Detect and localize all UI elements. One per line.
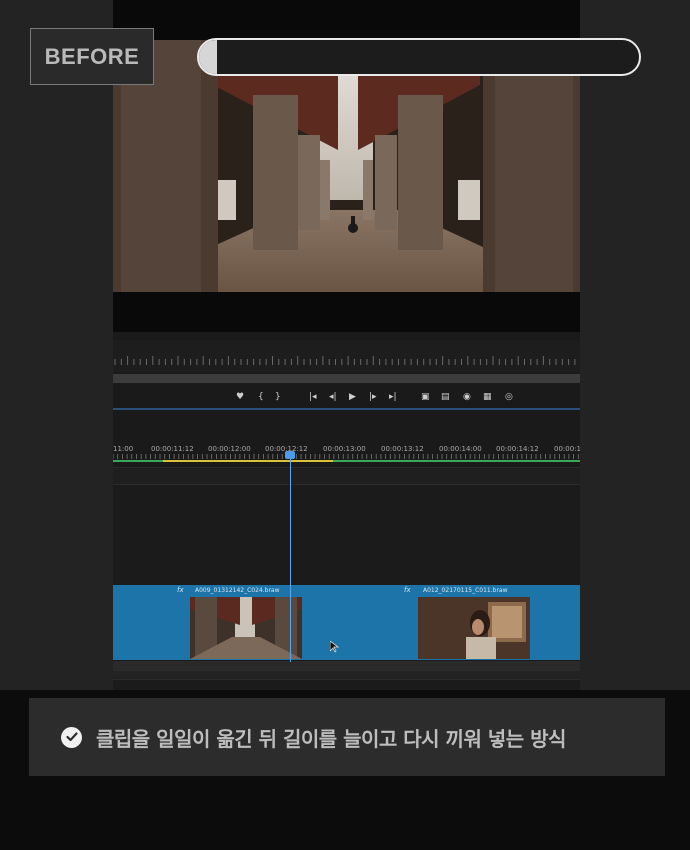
program-monitor-video — [113, 40, 580, 292]
overwrite-icon[interactable]: ▤ — [441, 392, 450, 402]
export-frame-icon[interactable]: ◉ — [463, 392, 471, 402]
checkmark-icon — [61, 726, 82, 748]
timecode-label: 00:00:11:12 — [151, 445, 194, 453]
audio-track-1[interactable] — [113, 661, 580, 670]
playhead-handle[interactable] — [285, 451, 295, 459]
render-status-bar — [333, 460, 580, 462]
transport-icons: ♥ {} |◂ ◂| ▶ |▸ ▸| ▣ ▤ ◉ ▦ ◎ — [236, 392, 513, 402]
timecode-label: 00:00:12:00 — [208, 445, 251, 453]
timecode-label: 00:00:15 — [554, 445, 580, 453]
progress-fill — [199, 40, 217, 74]
caption-text: 클립을 일일이 옮긴 뒤 길이를 늘이고 다시 끼워 넣는 방식 — [96, 726, 566, 751]
audio-track-3[interactable] — [113, 679, 580, 690]
timeline-ruler-ticks: 11:00 00:00:11:12 00:00:12:00 00:00:12:12 00… — [113, 445, 580, 462]
timecode-label: 00:00:13:12 — [381, 445, 424, 453]
go-to-out-icon[interactable]: ▸| — [389, 392, 397, 402]
compare-icon[interactable]: ▦ — [483, 392, 492, 402]
playhead-line[interactable] — [290, 452, 291, 662]
clip-2-fx-badge[interactable]: fx — [404, 586, 411, 594]
clip-1-fx-badge[interactable]: fx — [177, 586, 184, 594]
settings-icon[interactable]: ◎ — [505, 392, 513, 402]
monitor-scrub-ruler[interactable] — [113, 340, 580, 372]
timecode-label: 11:00 — [113, 445, 133, 453]
video-frame-image — [113, 40, 580, 292]
clip-1-thumbnail-image — [190, 597, 302, 659]
clip-1-thumbnail[interactable] — [190, 597, 302, 659]
timecode-label: 00:00:14:12 — [496, 445, 539, 453]
timecode-label: 00:00:14:00 — [439, 445, 482, 453]
audio-track-2[interactable] — [113, 670, 580, 679]
clip-2-thumbnail[interactable] — [418, 597, 530, 659]
editor-window: ♥ {} |◂ ◂| ▶ |▸ ▸| ▣ ▤ ◉ ▦ ◎ 11:00 00:00:11:12 00:00:… — [113, 0, 580, 690]
render-status-bar — [163, 460, 333, 462]
transport-controls: ♥ {} |◂ ◂| ▶ |▸ ▸| ▣ ▤ ◉ ▦ ◎ — [113, 384, 580, 408]
marker-icon[interactable]: ♥ — [236, 392, 244, 402]
mouse-cursor-icon — [330, 641, 340, 653]
insert-icon[interactable]: ▣ — [421, 392, 430, 402]
video-track-2[interactable] — [113, 484, 580, 585]
before-badge: BEFORE — [30, 28, 154, 85]
timecode-label: 00:00:13:00 — [323, 445, 366, 453]
demo-progress-bar — [197, 38, 641, 76]
clip-1-name: A009_01312142_C024.braw — [195, 587, 280, 594]
timeline-ruler[interactable]: 11:00 00:00:11:12 00:00:12:00 00:00:12:12 00… — [113, 440, 580, 464]
step-back-icon[interactable]: ◂| — [329, 392, 337, 402]
viewer-letterbox-bottom — [113, 292, 580, 332]
clip-2-thumbnail-image — [418, 597, 530, 659]
caption-box: 클립을 일일이 옮긴 뒤 길이를 늘이고 다시 끼워 넣는 방식 — [29, 698, 665, 776]
video-track-1[interactable]: fx A009_01312142_C024.braw fx A012_02170… — [113, 585, 580, 660]
play-icon[interactable]: ▶ — [349, 392, 356, 402]
scrub-ruler-ticks — [114, 356, 576, 365]
go-to-in-icon[interactable]: |◂ — [309, 392, 317, 402]
render-status-bar — [113, 460, 163, 462]
mark-out-icon[interactable]: } — [275, 392, 281, 402]
clip-2-name: A012_02170115_C011.braw — [423, 587, 508, 594]
video-track-3[interactable] — [113, 467, 580, 484]
viewer-letterbox-top — [113, 0, 580, 40]
monitor-scrub-bar[interactable] — [113, 374, 580, 383]
mark-in-icon[interactable]: { — [258, 392, 264, 402]
step-forward-icon[interactable]: |▸ — [369, 392, 377, 402]
panel-divider — [113, 408, 580, 410]
